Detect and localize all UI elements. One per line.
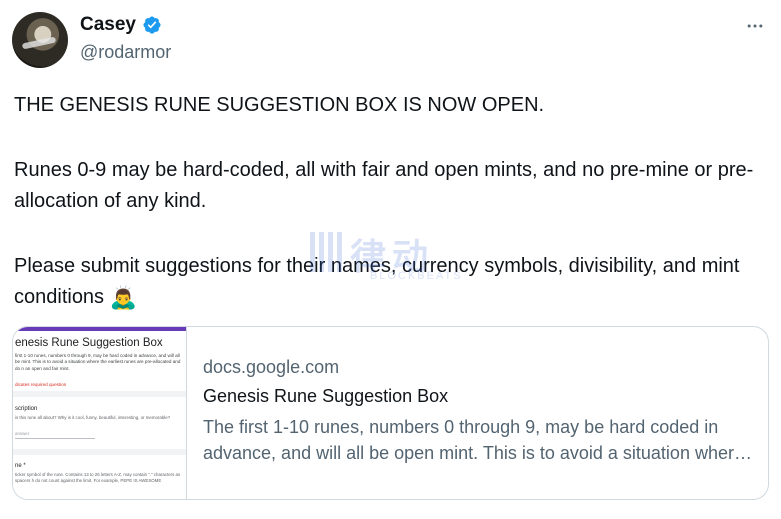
form-screenshot: enesis Rune Suggestion Box first 1-10 ru…: [13, 327, 186, 499]
card-domain: docs.google.com: [203, 357, 340, 377]
tweet-paragraph: Please submit suggestions for their name…: [14, 251, 774, 314]
form-divider: [13, 449, 186, 455]
form-answer-line: [15, 438, 95, 439]
author-handle[interactable]: @rodarmor: [80, 42, 171, 63]
form-answer-placeholder: answer: [15, 431, 30, 436]
link-preview-card[interactable]: enesis Rune Suggestion Box first 1-10 ru…: [12, 326, 769, 500]
tweet-paragraph: Runes 0-9 may be hard-coded, all with fa…: [14, 158, 754, 213]
card-thumbnail[interactable]: enesis Rune Suggestion Box first 1-10 ru…: [13, 327, 187, 499]
form-accent-bar: [13, 327, 186, 331]
tweet-text: THE GENESIS RUNE SUGGESTION BOX IS NOW O…: [14, 90, 774, 314]
verified-badge-icon: [142, 15, 162, 35]
form-title: enesis Rune Suggestion Box: [15, 337, 163, 349]
avatar[interactable]: [12, 12, 68, 68]
form-question-label: scription: [15, 406, 38, 412]
display-name[interactable]: Casey: [80, 14, 136, 36]
more-options-button[interactable]: [743, 16, 767, 36]
tweet-paragraph: THE GENESIS RUNE SUGGESTION BOX IS NOW O…: [14, 94, 545, 116]
form-required-note: dicates required question: [15, 382, 67, 387]
card-title[interactable]: Genesis Rune Suggestion Box: [203, 386, 448, 407]
form-divider: [13, 391, 186, 397]
form-question-label: ne *: [15, 463, 26, 469]
card-description: The first 1-10 runes, numbers 0 through …: [203, 417, 744, 463]
form-description: first 1-10 runes, numbers 0 through 9, m…: [15, 353, 181, 371]
author-name-row: Casey: [80, 14, 162, 36]
bowing-emoji: 🙇‍♂️: [109, 285, 138, 310]
form-question-desc: is this rune all about? Why is it cool, …: [15, 415, 171, 420]
more-horizontal-icon: [747, 24, 763, 28]
form-question-desc: ticker symbol of the rune. Contains 13 t…: [15, 472, 181, 483]
